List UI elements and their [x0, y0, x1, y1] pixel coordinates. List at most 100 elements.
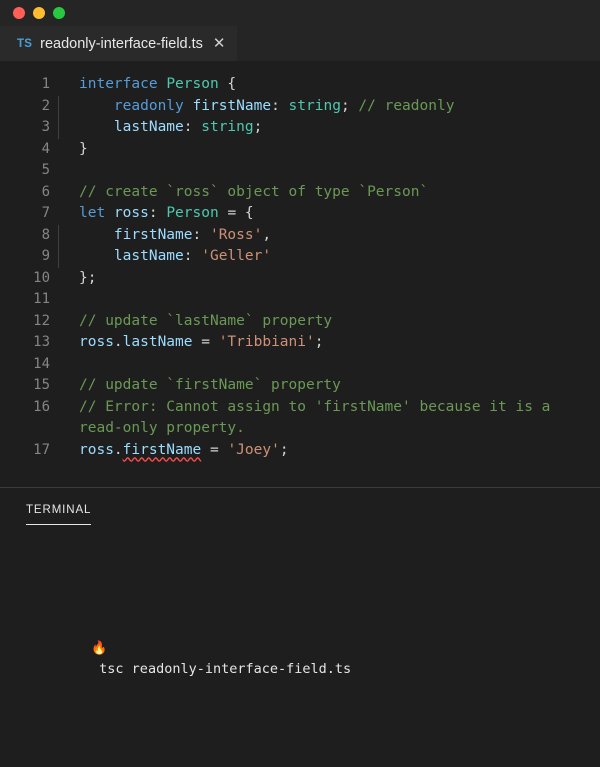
code-token: :: [192, 226, 210, 243]
code-token: ;: [340, 97, 359, 114]
code-text: // update `firstName` property: [58, 375, 600, 397]
code-token: };: [79, 269, 97, 286]
line-number: 5: [41, 162, 50, 178]
terminal-output[interactable]: 🔥 tsc readonly-interface-field.ts readon…: [0, 528, 600, 767]
code-token: lastName: [122, 334, 193, 350]
code-token: string: [201, 119, 254, 135]
code-token: lastName: [113, 248, 184, 264]
tab-terminal[interactable]: TERMINAL: [26, 504, 92, 525]
panel-tab-bar: TERMINAL: [0, 488, 600, 528]
code-token: string: [288, 97, 341, 114]
code-token: :: [183, 119, 202, 135]
code-line: 8 firstName: 'Ross',: [0, 224, 600, 246]
code-editor[interactable]: 1 interface Person {2 readonly firstName:…: [0, 61, 600, 487]
code-token: ross: [79, 441, 114, 458]
code-text: }: [58, 139, 600, 161]
code-text: // Error: Cannot assign to 'firstName' b…: [58, 397, 600, 440]
title-bar: [0, 0, 600, 26]
line-number: 13: [33, 334, 50, 350]
editor-tab-bar: TS readonly-interface-field.ts ✕: [0, 26, 600, 61]
editor-tab-readonly-interface-field[interactable]: TS readonly-interface-field.ts ✕: [0, 26, 237, 61]
code-token: readonly: [113, 97, 184, 114]
code-token: :: [271, 97, 289, 114]
code-token: // readonly: [358, 97, 455, 114]
code-token: // update `firstName` property: [79, 377, 341, 393]
close-icon[interactable]: ✕: [211, 36, 226, 51]
code-token: interface: [79, 76, 167, 92]
line-number: 15: [33, 377, 50, 393]
terminal-command-line: 🔥 tsc readonly-interface-field.ts: [26, 617, 574, 701]
maximize-window-button[interactable]: [53, 7, 65, 19]
code-token: // create `ross` object of type `Person`: [79, 183, 429, 200]
code-token: lastName: [113, 119, 184, 135]
code-token: Person: [166, 76, 219, 92]
traffic-light-buttons: [13, 7, 65, 19]
typescript-file-icon: TS: [17, 37, 33, 50]
code-token: ;: [253, 119, 263, 135]
code-token: firstName: [113, 226, 193, 243]
code-line: 13 ross.lastName = 'Tribbiani';: [0, 332, 600, 354]
code-token: .: [113, 334, 123, 350]
code-token: :: [183, 248, 202, 264]
code-text: // create `ross` object of type `Person`: [58, 182, 600, 204]
code-line: 11: [0, 289, 600, 311]
line-number: 12: [33, 312, 50, 329]
error-token: firstName: [122, 441, 202, 458]
tab-filename-label: readonly-interface-field.ts: [40, 35, 203, 52]
terminal-panel: TERMINAL 🔥 tsc readonly-interface-field.…: [0, 488, 600, 767]
line-number: 4: [41, 140, 50, 157]
code-token: 'Joey': [227, 441, 280, 458]
line-number: 10: [33, 269, 50, 286]
line-number: 17: [33, 441, 50, 458]
code-token: // Error: Cannot assign to 'firstName' b…: [79, 398, 551, 437]
code-line: 12 // update `lastName` property: [0, 311, 600, 333]
code-line: 4}: [0, 139, 600, 161]
minimize-window-button[interactable]: [33, 7, 45, 19]
indent-guide: [58, 246, 59, 268]
code-line: 16 // Error: Cannot assign to 'firstName'…: [0, 397, 600, 440]
code-text: ross.lastName = 'Tribbiani';: [58, 332, 600, 354]
code-text: lastName: string;: [58, 117, 600, 139]
code-token: {: [218, 76, 237, 92]
code-token: ross: [79, 334, 114, 350]
code-line: 1 interface Person {: [0, 74, 600, 96]
terminal-command-text: tsc readonly-interface-field.ts: [99, 661, 352, 677]
code-line: 2 readonly firstName: string; // readonl…: [0, 95, 600, 117]
line-number: 6: [41, 183, 50, 200]
indent-guide: [58, 95, 59, 117]
code-line: 15 // update `firstName` property: [0, 375, 600, 397]
code-token: firstName: [192, 97, 272, 114]
code-token: // update `lastName` property: [79, 312, 333, 329]
code-token: 'Geller': [201, 248, 272, 264]
code-line: 6 // create `ross` object of type `Person…: [0, 182, 600, 204]
line-number: 2: [41, 97, 50, 114]
line-number: 9: [41, 248, 50, 264]
close-window-button[interactable]: [13, 7, 25, 19]
code-token: let: [79, 205, 106, 221]
code-text: ross.firstName = 'Joey';: [58, 440, 600, 462]
code-token: =: [201, 441, 228, 458]
code-line: 10};: [0, 268, 600, 290]
line-number: 1: [41, 76, 50, 92]
code-token: ;: [314, 334, 324, 350]
code-text: lastName: 'Geller': [58, 246, 600, 268]
code-text: readonly firstName: string; // readonly: [58, 95, 600, 117]
code-line: 9 lastName: 'Geller': [0, 246, 600, 268]
code-token: 'Ross': [209, 226, 263, 243]
code-text: firstName: 'Ross',: [58, 224, 600, 246]
code-token: ross: [113, 205, 149, 221]
code-text: let ross: Person = {: [58, 203, 600, 225]
code-line: 17 ross.firstName = 'Joey';: [0, 440, 600, 462]
line-number: 11: [33, 291, 50, 307]
code-token: = {: [218, 205, 254, 221]
code-token: Person: [166, 205, 219, 221]
code-token: 'Tribbiani': [218, 334, 315, 350]
code-text: interface Person {: [58, 74, 600, 96]
line-number: 16: [33, 398, 50, 415]
code-line: 7 let ross: Person = {: [0, 203, 600, 225]
